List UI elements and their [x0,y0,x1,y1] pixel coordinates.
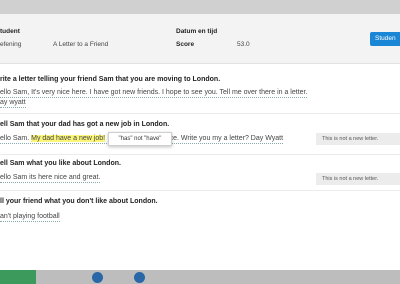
circle-icon[interactable] [134,272,145,283]
student-label: tudent [0,28,20,35]
feedback-note: This is not a new letter. [316,173,400,185]
feedback-note: This is not a new letter. [316,133,400,145]
date-label: Datum en tijd [176,28,218,35]
top-bar [0,0,400,14]
bottom-bar [0,270,400,284]
question-1: rite a letter telling your friend Sam th… [0,76,221,83]
highlighted-error[interactable]: My dad have a new job! [31,135,106,142]
answer-1-line-1: ello Sam, It's very nice here. I have go… [0,89,308,98]
result-header: tudent efening A Letter to a Friend Datu… [0,14,400,64]
exercise-label: efening [0,41,22,48]
score-value: 53.0 [237,41,250,48]
divider [0,190,400,191]
divider [0,113,400,114]
score-label: Score [176,41,195,48]
correction-tooltip: "has" not "have" [108,132,172,146]
answers-list: rite a letter telling your friend Sam th… [0,64,400,270]
exercise-value: A Letter to a Friend [53,41,109,48]
circle-icon[interactable] [92,272,103,283]
answer-4: an't playing football [0,213,60,222]
green-block [0,270,36,284]
question-3: ell Sam what you like about London. [0,160,121,167]
student-button[interactable]: Studen [370,32,400,46]
divider [0,154,400,155]
answer-3: ello Sam its here nice and great. [0,174,101,183]
answer-1-line-2: ay wyatt [0,99,26,108]
question-4: ll your friend what you don't like about… [0,198,158,205]
question-2: ell Sam that your dad has got a new job … [0,121,170,128]
